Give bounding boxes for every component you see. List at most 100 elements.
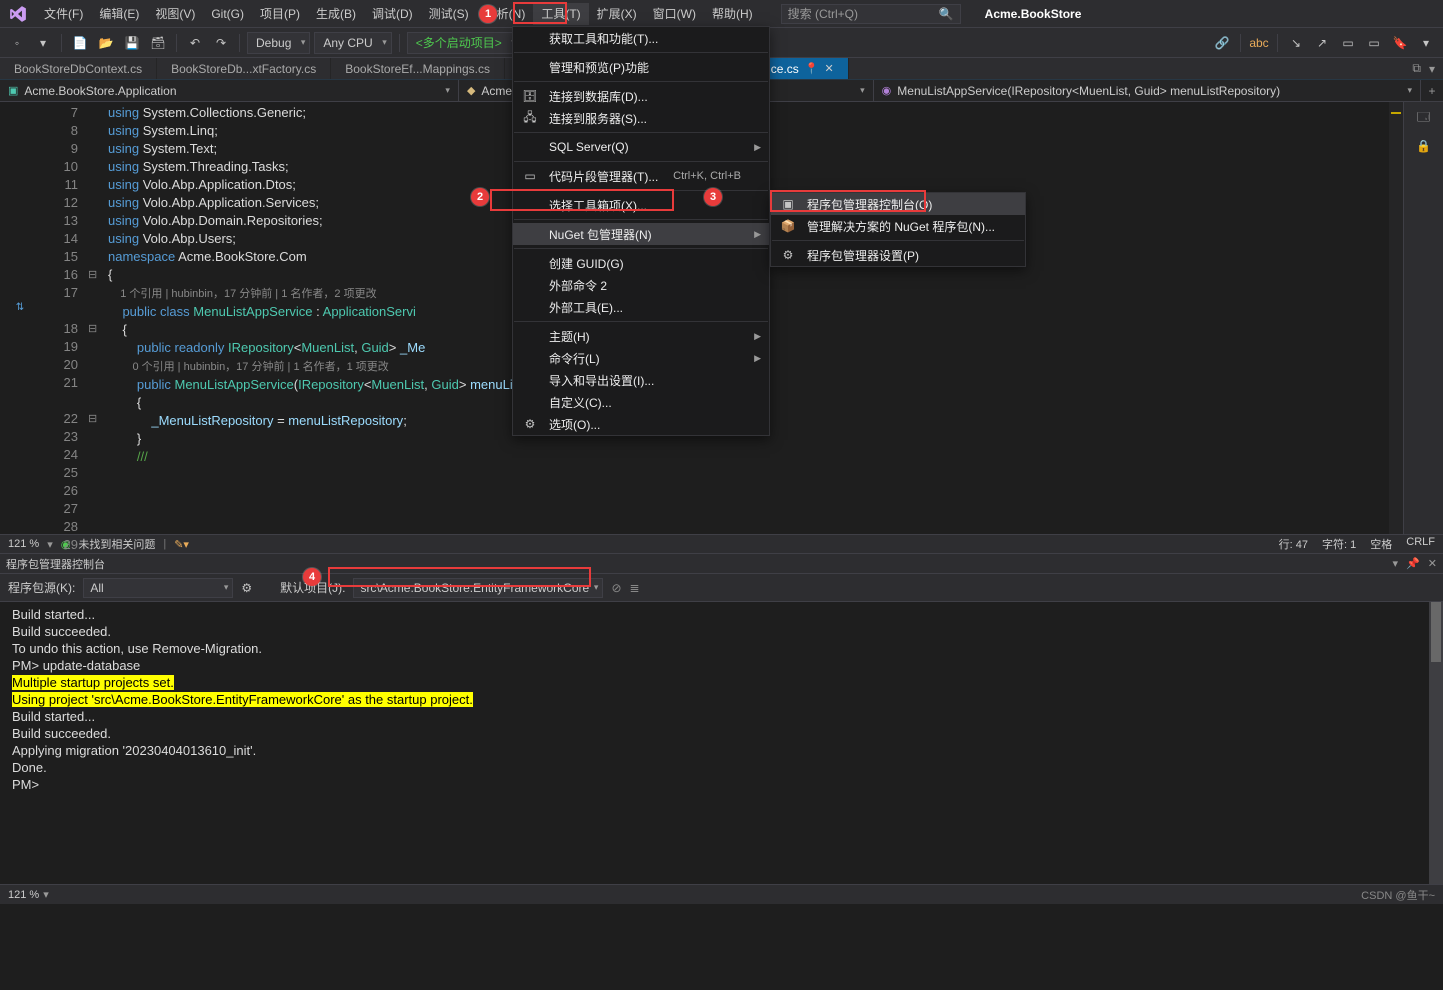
gear-icon: ⚙ xyxy=(521,417,539,431)
nav-project-combo[interactable]: ▣ Acme.BookStore.Application xyxy=(0,80,459,101)
doc-tab[interactable]: BookStoreDbContext.cs xyxy=(0,58,157,79)
editor-status-bar: 121 % ▾ ◉ 未找到相关问题 | ✎▾ 行: 47 字符: 1 空格 CR… xyxy=(0,534,1443,554)
watermark: CSDN @鱼干~ xyxy=(1361,887,1435,903)
chevron-right-icon: ▶ xyxy=(754,353,761,364)
save-icon[interactable]: 💾 xyxy=(121,32,143,54)
menu-视图v[interactable]: 视图(V) xyxy=(147,3,203,25)
step2-icon[interactable]: ↗ xyxy=(1311,32,1333,54)
undo-icon[interactable]: ↶ xyxy=(184,32,206,54)
scroll-overview[interactable] xyxy=(1389,102,1403,534)
solution-explorer-tab-icon[interactable]: 🗔 xyxy=(1417,108,1430,129)
menu-生成b[interactable]: 生成(B) xyxy=(308,3,364,25)
comment-icon[interactable]: ▭ xyxy=(1337,32,1359,54)
srv-icon: 🖧 xyxy=(521,108,539,129)
menu-item[interactable]: 主题(H)▶ xyxy=(513,325,769,347)
platform-combo[interactable]: Any CPU xyxy=(314,32,391,54)
nav-back-icon[interactable]: ◦ xyxy=(6,32,28,54)
chevron-right-icon: ▶ xyxy=(754,142,761,153)
menu-item[interactable]: 创建 GUID(G) xyxy=(513,252,769,274)
menu-item[interactable]: 🗄连接到数据库(D)... xyxy=(513,85,769,107)
tab-dropdown-icon[interactable]: ▾ xyxy=(1429,62,1435,76)
menu-item[interactable]: SQL Server(Q)▶ xyxy=(513,136,769,158)
find-icon[interactable]: abc xyxy=(1248,32,1270,54)
menu-item[interactable]: ⚙选项(O)... xyxy=(513,413,769,435)
menu-item[interactable]: 命令行(L)▶ xyxy=(513,347,769,369)
indent-mode[interactable]: 空格 xyxy=(1370,536,1392,552)
open-icon[interactable]: 📂 xyxy=(95,32,117,54)
pkg-icon: 📦 xyxy=(779,219,797,233)
menu-扩展x[interactable]: 扩展(X) xyxy=(589,3,645,25)
callout-3: 3 xyxy=(704,188,722,206)
menu-item[interactable]: ▣程序包管理器控制台(O) xyxy=(771,193,1025,215)
tab-close-icon[interactable]: ✕ xyxy=(824,62,833,75)
menu-bar: 文件(F)编辑(E)视图(V)Git(G)项目(P)生成(B)调试(D)测试(S… xyxy=(0,0,1443,28)
tab-overflow-icon[interactable]: ⧉ xyxy=(1412,61,1421,76)
menu-item[interactable]: 导入和导出设置(I)... xyxy=(513,369,769,391)
uncomment-icon[interactable]: ▭ xyxy=(1363,32,1385,54)
tab-pin-icon[interactable]: 📍 xyxy=(805,62,819,75)
bookmark-icon[interactable]: 🔖 xyxy=(1389,32,1411,54)
properties-tab-icon[interactable]: 🔒 xyxy=(1416,139,1431,153)
menu-item[interactable]: 选择工具箱项(X)... xyxy=(513,194,769,216)
nav-fwd-icon[interactable]: ▾ xyxy=(32,32,54,54)
panel-pin-icon[interactable]: 📌 xyxy=(1406,557,1420,570)
menu-item[interactable]: 获取工具和功能(T)... xyxy=(513,27,769,49)
menu-编辑e[interactable]: 编辑(E) xyxy=(91,3,147,25)
live-share-icon[interactable]: 🔗 xyxy=(1211,32,1233,54)
search-box[interactable]: 搜索 (Ctrl+Q) 🔍 xyxy=(781,4,961,24)
console-scrollbar[interactable] xyxy=(1429,602,1443,884)
zoom-level[interactable]: 121 % xyxy=(8,538,39,550)
cursor-line: 行: 47 xyxy=(1279,536,1308,552)
panel-close-icon[interactable]: ✕ xyxy=(1428,557,1437,570)
menu-item[interactable]: 管理和预览(P)功能 xyxy=(513,56,769,78)
right-tool-rail: 🗔 🔒 xyxy=(1403,102,1443,534)
step-icon[interactable]: ↘ xyxy=(1285,32,1307,54)
more-toolbar-icon[interactable]: ▾ xyxy=(1415,32,1437,54)
menu-帮助h[interactable]: 帮助(H) xyxy=(704,3,761,25)
gear-icon[interactable]: ⚙ xyxy=(241,581,252,595)
bottom-status-bar: 121 % ▾ CSDN @鱼干~ xyxy=(0,884,1443,904)
snip-icon: ▭ xyxy=(521,169,539,183)
csharp-project-icon: ▣ xyxy=(8,84,18,97)
menu-item[interactable]: 外部工具(E)... xyxy=(513,296,769,318)
nuget-submenu[interactable]: ▣程序包管理器控制台(O)📦管理解决方案的 NuGet 程序包(N)... ⚙程序… xyxy=(770,192,1026,267)
menu-调试d[interactable]: 调试(D) xyxy=(364,3,421,25)
fold-gutter[interactable]: ⊟ ⊟ ⊟ xyxy=(88,102,102,534)
doc-tab[interactable]: BookStoreDb...xtFactory.cs xyxy=(157,58,331,79)
panel-clear-icon[interactable]: ≣ xyxy=(630,581,640,595)
menu-工具t[interactable]: 工具(T) xyxy=(533,3,588,25)
db-icon: 🗄 xyxy=(521,89,539,103)
tools-menu-dropdown[interactable]: 获取工具和功能(T)... 管理和预览(P)功能 🗄连接到数据库(D)...🖧连接到… xyxy=(512,26,770,436)
menu-item[interactable]: NuGet 包管理器(N)▶ xyxy=(513,223,769,245)
redo-icon[interactable]: ↷ xyxy=(210,32,232,54)
callout-2: 2 xyxy=(471,188,489,206)
menu-文件f[interactable]: 文件(F) xyxy=(36,3,91,25)
menu-测试s[interactable]: 测试(S) xyxy=(421,3,477,25)
line-endings[interactable]: CRLF xyxy=(1406,536,1435,552)
default-project-combo[interactable]: src\Acme.BookStore.EntityFrameworkCore ▾ xyxy=(353,578,603,598)
menu-item[interactable]: 自定义(C)... xyxy=(513,391,769,413)
nav-plus-icon[interactable]: + xyxy=(1421,80,1443,101)
menu-gitg[interactable]: Git(G) xyxy=(203,3,252,25)
menu-项目p[interactable]: 项目(P) xyxy=(252,3,308,25)
panel-stop-icon[interactable]: ⊘ xyxy=(611,581,621,595)
breakpoint-margin-icon[interactable]: ⇅ xyxy=(0,302,40,313)
menu-item[interactable]: ▭代码片段管理器(T)...Ctrl+K, Ctrl+B xyxy=(513,165,769,187)
menu-item[interactable]: 🖧连接到服务器(S)... xyxy=(513,107,769,129)
menu-item[interactable]: 📦管理解决方案的 NuGet 程序包(N)... xyxy=(771,215,1025,237)
menu-窗口w[interactable]: 窗口(W) xyxy=(645,3,704,25)
save-all-icon[interactable]: 🗃 xyxy=(147,32,169,54)
console-output[interactable]: Build started...Build succeeded.To undo … xyxy=(0,602,1443,884)
package-source-combo[interactable]: All xyxy=(83,578,233,598)
startup-combo[interactable]: <多个启动项目> xyxy=(407,32,521,54)
quick-actions-icon[interactable]: ✎▾ xyxy=(174,538,189,551)
new-project-icon[interactable]: 📄 xyxy=(69,32,91,54)
config-combo[interactable]: Debug xyxy=(247,32,310,54)
panel-dropdown-icon[interactable]: ▾ xyxy=(1393,557,1399,570)
menu-item[interactable]: ⚙程序包管理器设置(P) xyxy=(771,244,1025,266)
doc-tab[interactable]: BookStoreEf...Mappings.cs xyxy=(331,58,505,79)
menu-item[interactable]: 外部命令 2 xyxy=(513,274,769,296)
bottom-zoom[interactable]: 121 % xyxy=(8,889,39,901)
nav-member-combo[interactable]: ◉ MenuListAppService(IRepository<MuenLis… xyxy=(874,80,1421,101)
search-placeholder: 搜索 (Ctrl+Q) xyxy=(788,5,858,22)
